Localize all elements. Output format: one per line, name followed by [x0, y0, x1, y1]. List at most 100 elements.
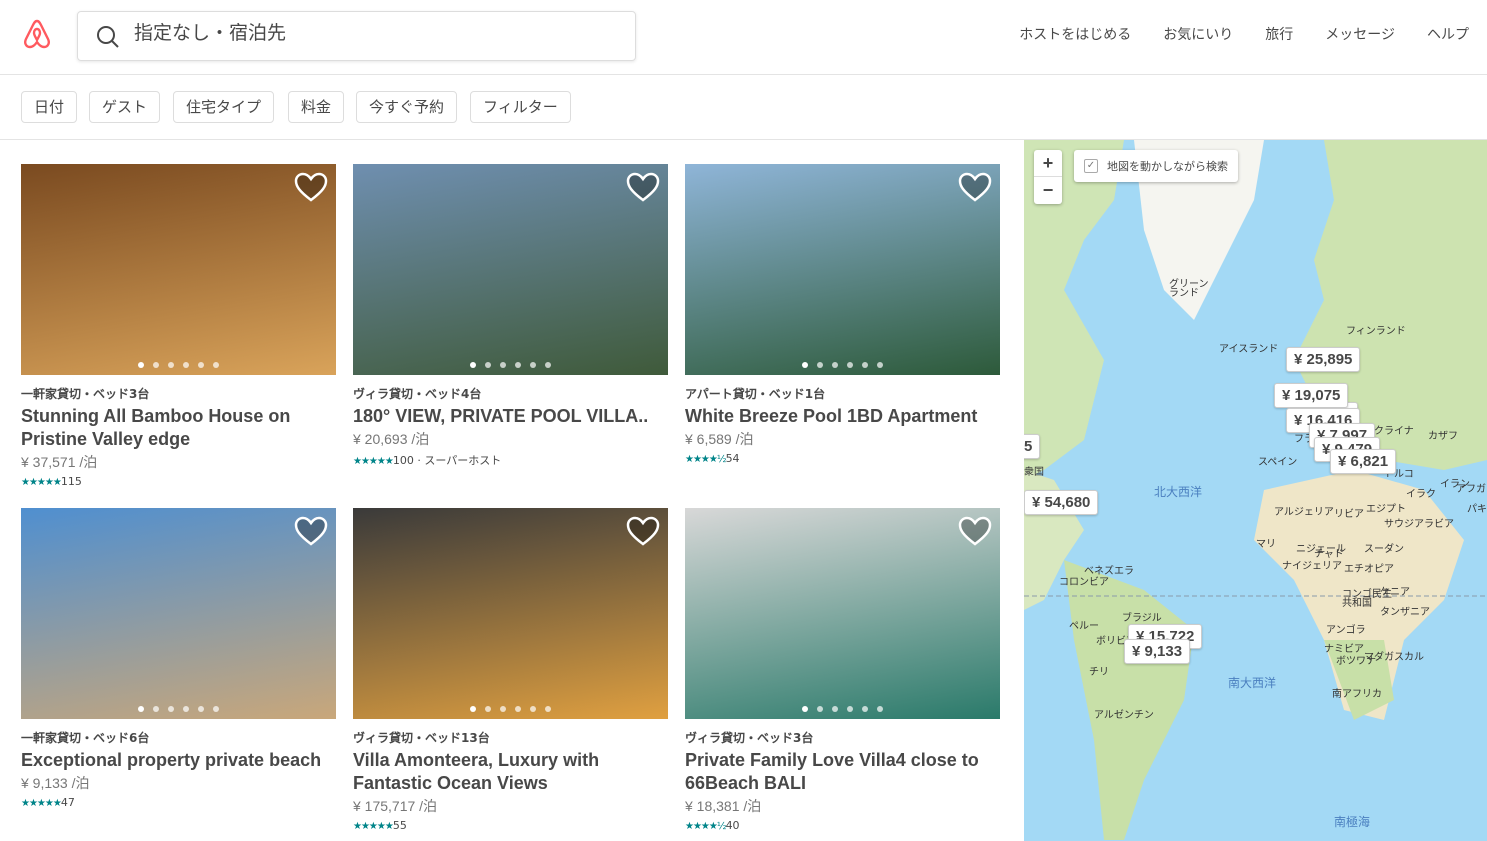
listing-rating: ★★★★½40: [685, 819, 1000, 832]
map-label: リビア: [1334, 509, 1364, 520]
listing-title[interactable]: Villa Amonteera, Luxury with Fantastic O…: [353, 749, 668, 795]
nav-help[interactable]: ヘルプ: [1427, 24, 1469, 44]
listing-photo[interactable]: [353, 164, 668, 375]
map-ocean-label: 北大西洋: [1154, 485, 1203, 499]
price-pin[interactable]: ¥ 6,821: [1330, 449, 1397, 474]
listing-card[interactable]: 一軒家貸切・ベッド6台 Exceptional property private…: [21, 508, 336, 809]
map-label: スーダン: [1364, 544, 1404, 555]
listing-price: ¥ 37,571 /泊: [21, 454, 98, 470]
map-label: アルゼンチン: [1094, 710, 1154, 721]
filter-dates[interactable]: 日付: [21, 91, 78, 123]
header: ホストをはじめる お気にいり 旅行 メッセージ ヘルプ: [0, 0, 1487, 75]
map-label: サウジアラビア: [1384, 519, 1454, 530]
listing-title[interactable]: Private Family Love Villa4 close to 66Be…: [685, 749, 1000, 795]
search-input[interactable]: [134, 22, 614, 44]
heart-icon[interactable]: [294, 172, 328, 207]
zoom-in-button[interactable]: +: [1034, 150, 1062, 177]
listing-title[interactable]: Stunning All Bamboo House on Pristine Va…: [21, 405, 336, 451]
map-label: イラク: [1406, 489, 1436, 500]
star-rating-icon: ★★★★★: [353, 456, 394, 467]
nav-trips[interactable]: 旅行: [1265, 24, 1293, 44]
photo-carousel-dots[interactable]: [685, 362, 1000, 368]
map-label: フィンランド: [1346, 326, 1406, 337]
photo-carousel-dots[interactable]: [685, 706, 1000, 712]
review-count: 100 · スーパーホスト: [392, 454, 502, 467]
price-pin[interactable]: ¥ 25,895: [1286, 347, 1361, 372]
filter-more[interactable]: フィルター: [470, 91, 571, 123]
listing-rating: ★★★★★55: [353, 819, 668, 832]
star-rating-icon: ★★★★★: [21, 798, 62, 809]
listing-title[interactable]: Exceptional property private beach: [21, 749, 336, 772]
listing-photo[interactable]: [21, 508, 336, 719]
map-label: エジプト: [1366, 504, 1406, 515]
listing-photo[interactable]: [685, 164, 1000, 375]
map-label: アルジェリア: [1274, 507, 1334, 518]
star-rating-icon: ★★★★½: [685, 821, 727, 832]
listing-photo[interactable]: [685, 508, 1000, 719]
top-nav: ホストをはじめる お気にいり 旅行 メッセージ ヘルプ: [1019, 24, 1469, 44]
listing-title[interactable]: White Breeze Pool 1BD Apartment: [685, 405, 1000, 428]
filter-bar: 日付 ゲスト 住宅タイプ 料金 今すぐ予約 フィルター: [0, 75, 1487, 140]
listing-card[interactable]: ヴィラ貸切・ベッド13台 Villa Amonteera, Luxury wit…: [353, 508, 668, 832]
nav-host[interactable]: ホストをはじめる: [1019, 24, 1131, 44]
filter-price[interactable]: 料金: [288, 91, 345, 123]
listing-rating: ★★★★½54: [685, 452, 1000, 465]
zoom-control: + −: [1034, 150, 1062, 204]
filter-guests[interactable]: ゲスト: [89, 91, 161, 123]
listing-rating: ★★★★★47: [21, 796, 336, 809]
listing-card[interactable]: ヴィラ貸切・ベッド3台 Private Family Love Villa4 c…: [685, 508, 1000, 832]
heart-icon[interactable]: [958, 172, 992, 207]
heart-icon[interactable]: [626, 516, 660, 551]
map-label: ペルー: [1069, 621, 1099, 632]
photo-carousel-dots[interactable]: [21, 362, 336, 368]
listing-title[interactable]: 180° VIEW, PRIVATE POOL VILLA..: [353, 405, 668, 428]
listing-photo[interactable]: [353, 508, 668, 719]
map-label: アイスランド: [1219, 344, 1279, 355]
listing-price: ¥ 20,693 /泊: [353, 431, 430, 447]
price-pin[interactable]: ¥ 54,680: [1024, 490, 1099, 515]
listing-type: ヴィラ貸切・ベッド4台: [353, 387, 482, 401]
zoom-out-button[interactable]: −: [1034, 177, 1062, 204]
listing-type: アパート貸切・ベッド1台: [685, 387, 826, 401]
listing-card[interactable]: ヴィラ貸切・ベッド4台 180° VIEW, PRIVATE POOL VILL…: [353, 164, 668, 468]
price-pin[interactable]: ¥ 9,133: [1124, 639, 1191, 664]
listing-rating: ★★★★★100 · スーパーホスト: [353, 452, 668, 468]
price-pin[interactable]: 5: [1024, 434, 1041, 459]
listing-type: 一軒家貸切・ベッド6台: [21, 731, 150, 745]
map-label: マダガスカル: [1364, 652, 1424, 663]
nav-messages[interactable]: メッセージ: [1325, 24, 1395, 44]
search-icon: [96, 25, 120, 54]
listing-type: 一軒家貸切・ベッド3台: [21, 387, 150, 401]
listing-card[interactable]: 一軒家貸切・ベッド3台 Stunning All Bamboo House on…: [21, 164, 336, 488]
filter-instant-book[interactable]: 今すぐ予約: [356, 91, 458, 123]
checkbox-check-icon[interactable]: ✓: [1084, 159, 1098, 173]
search-as-move-toggle[interactable]: ✓ 地図を動かしながら検索: [1074, 150, 1238, 182]
listing-card[interactable]: アパート貸切・ベッド1台 White Breeze Pool 1BD Apart…: [685, 164, 1000, 465]
map-label: グリーン ランド: [1169, 279, 1209, 299]
listing-price: ¥ 6,589 /泊: [685, 431, 754, 447]
heart-icon[interactable]: [958, 516, 992, 551]
heart-icon[interactable]: [294, 516, 328, 551]
star-rating-icon: ★★★★★: [353, 821, 394, 832]
heart-icon[interactable]: [626, 172, 660, 207]
listing-price: ¥ 9,133 /泊: [21, 775, 90, 791]
photo-carousel-dots[interactable]: [353, 706, 668, 712]
nav-favorites[interactable]: お気にいり: [1163, 24, 1233, 44]
price-pin[interactable]: ¥ 19,075: [1274, 383, 1349, 408]
filter-home-type[interactable]: 住宅タイプ: [173, 91, 275, 123]
search-box[interactable]: [77, 11, 636, 61]
listing-type: ヴィラ貸切・ベッド3台: [685, 731, 814, 745]
map-label: 衆国: [1024, 467, 1044, 478]
photo-carousel-dots[interactable]: [353, 362, 668, 368]
search-as-move-label: 地図を動かしながら検索: [1107, 160, 1228, 173]
map-label: タンザニア: [1380, 607, 1430, 618]
star-rating-icon: ★★★★★: [21, 477, 62, 488]
map-label: ベネズエラ: [1084, 566, 1134, 577]
map-ocean-label: 南極海: [1334, 815, 1371, 829]
airbnb-logo-icon[interactable]: [22, 18, 52, 55]
map-label: チャド: [1314, 549, 1344, 560]
photo-carousel-dots[interactable]: [21, 706, 336, 712]
listing-photo[interactable]: [21, 164, 336, 375]
review-count: 40: [725, 819, 740, 832]
map[interactable]: + − ✓ 地図を動かしながら検索 グリーン ランド アイスランド フィンランド ウク…: [1024, 140, 1487, 841]
